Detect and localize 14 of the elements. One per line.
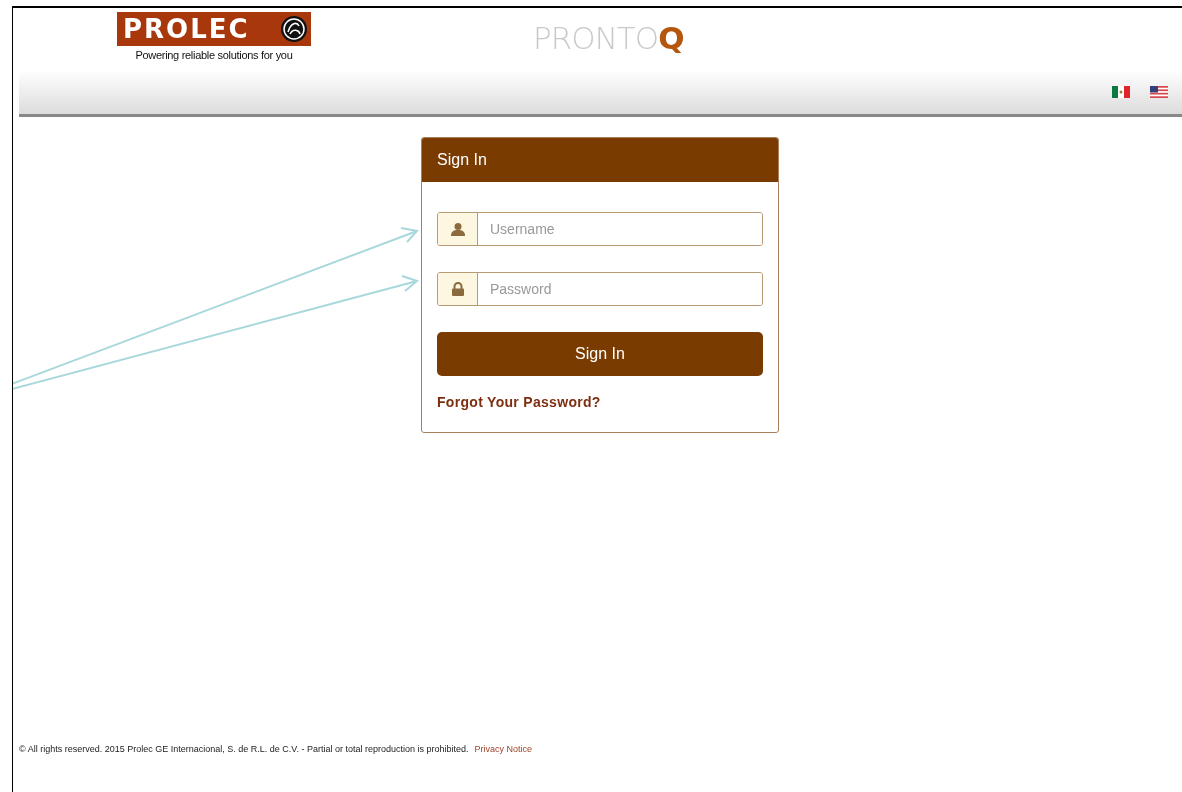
user-icon: [450, 222, 465, 236]
lock-icon: [450, 282, 465, 296]
us-flag-icon[interactable]: [1150, 86, 1168, 98]
forgot-password-link[interactable]: Forgot Your Password?: [437, 394, 601, 410]
mexico-flag-icon[interactable]: [1112, 86, 1130, 98]
card-title: Sign In: [437, 151, 487, 169]
sign-in-button[interactable]: Sign In: [437, 332, 763, 376]
logo-text: PROLEC: [123, 14, 250, 44]
username-field[interactable]: Username: [437, 212, 763, 246]
monogram-icon: [279, 14, 309, 44]
tagline: Powering reliable solutions for you: [135, 49, 293, 61]
password-field[interactable]: Password: [437, 272, 763, 306]
copyright-text: © All rights reserved. 2015 Prolec GE Internacional, S. de R.L. de C.V. - Partial or total reproduction is prohibited.: [19, 744, 469, 754]
privacy-notice-link[interactable]: Privacy Notice: [474, 744, 533, 754]
